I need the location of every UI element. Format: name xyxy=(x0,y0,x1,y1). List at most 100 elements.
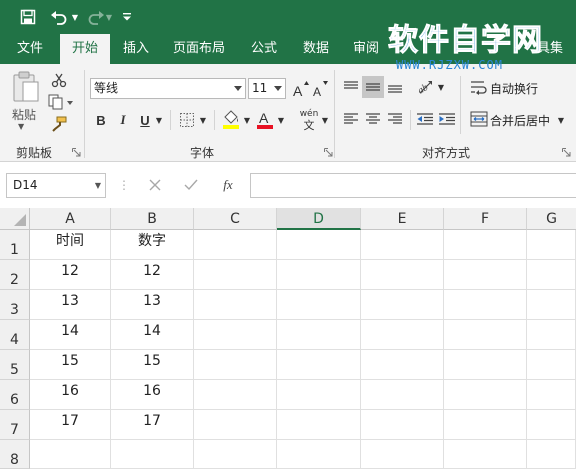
align-middle-button[interactable] xyxy=(362,76,384,98)
merge-center-button[interactable] xyxy=(468,108,490,130)
cell-g6[interactable] xyxy=(527,380,576,410)
row-header-7[interactable]: 7 xyxy=(0,410,30,440)
align-center-button[interactable] xyxy=(362,108,384,130)
chevron-down-icon[interactable] xyxy=(231,79,245,98)
wrap-text-button[interactable] xyxy=(468,76,490,98)
tab-home[interactable]: 开始 xyxy=(60,34,110,64)
row-header-4[interactable]: 4 xyxy=(0,320,30,350)
column-header-e[interactable]: E xyxy=(361,208,444,230)
cell-g3[interactable] xyxy=(527,290,576,320)
cell-d5[interactable] xyxy=(277,350,361,380)
formula-input[interactable] xyxy=(250,173,576,198)
column-header-f[interactable]: F xyxy=(444,208,527,230)
font-size-combo[interactable]: 11 xyxy=(248,78,286,99)
clipboard-launcher-icon[interactable] xyxy=(72,148,81,157)
fx-icon[interactable]: fx xyxy=(218,176,238,194)
underline-dropdown[interactable]: ▼ xyxy=(154,115,164,125)
fill-color-dropdown[interactable]: ▼ xyxy=(242,115,252,125)
tab-data[interactable]: 数据 xyxy=(296,34,336,64)
cell-b6[interactable]: 16 xyxy=(111,380,194,410)
cell-c5[interactable] xyxy=(194,350,277,380)
font-name-combo[interactable]: 等线 xyxy=(90,78,246,99)
cell-e5[interactable] xyxy=(361,350,444,380)
cell-g4[interactable] xyxy=(527,320,576,350)
cell-e8[interactable] xyxy=(361,440,444,469)
italic-button[interactable]: I xyxy=(114,110,132,130)
cell-b4[interactable]: 14 xyxy=(111,320,194,350)
cell-d6[interactable] xyxy=(277,380,361,410)
cell-a1[interactable]: 时间 xyxy=(30,230,111,260)
copy-button[interactable] xyxy=(46,92,76,112)
fill-color-button[interactable] xyxy=(220,108,242,132)
cell-g7[interactable] xyxy=(527,410,576,440)
align-left-button[interactable] xyxy=(340,108,362,130)
redo-button[interactable] xyxy=(86,6,106,28)
enter-button[interactable] xyxy=(182,176,200,194)
cell-c2[interactable] xyxy=(194,260,277,290)
tab-formulas[interactable]: 公式 xyxy=(244,34,284,64)
column-header-d[interactable]: D xyxy=(277,208,361,230)
align-right-button[interactable] xyxy=(384,108,406,130)
cell-f6[interactable] xyxy=(444,380,527,410)
cell-a3[interactable]: 13 xyxy=(30,290,111,320)
cell-b8[interactable] xyxy=(111,440,194,469)
cell-f8[interactable] xyxy=(444,440,527,469)
cell-c4[interactable] xyxy=(194,320,277,350)
bold-button[interactable]: B xyxy=(92,110,110,130)
borders-button[interactable] xyxy=(176,110,198,130)
cell-e3[interactable] xyxy=(361,290,444,320)
cell-c8[interactable] xyxy=(194,440,277,469)
cell-d3[interactable] xyxy=(277,290,361,320)
tab-page-layout[interactable]: 页面布局 xyxy=(168,34,230,64)
select-all-button[interactable] xyxy=(0,208,30,230)
cell-g2[interactable] xyxy=(527,260,576,290)
cell-e2[interactable] xyxy=(361,260,444,290)
cell-f5[interactable] xyxy=(444,350,527,380)
grow-font-button[interactable]: A xyxy=(292,78,310,99)
orientation-button[interactable]: ab xyxy=(414,76,436,98)
shrink-font-button[interactable]: A xyxy=(312,78,330,99)
merge-center-dropdown[interactable]: ▼ xyxy=(556,115,566,125)
column-header-g[interactable]: G xyxy=(527,208,576,230)
row-header-5[interactable]: 5 xyxy=(0,350,30,380)
row-header-3[interactable]: 3 xyxy=(0,290,30,320)
cell-f1[interactable] xyxy=(444,230,527,260)
underline-button[interactable]: U xyxy=(136,110,154,130)
cell-e7[interactable] xyxy=(361,410,444,440)
column-header-b[interactable]: B xyxy=(111,208,194,230)
alignment-launcher-icon[interactable] xyxy=(562,148,571,157)
cell-c3[interactable] xyxy=(194,290,277,320)
cell-a6[interactable]: 16 xyxy=(30,380,111,410)
format-painter-button[interactable] xyxy=(48,114,70,134)
row-header-1[interactable]: 1 xyxy=(0,230,30,260)
cell-f3[interactable] xyxy=(444,290,527,320)
cell-g5[interactable] xyxy=(527,350,576,380)
cell-b5[interactable]: 15 xyxy=(111,350,194,380)
column-header-a[interactable]: A xyxy=(30,208,111,230)
row-header-6[interactable]: 6 xyxy=(0,380,30,410)
row-header-2[interactable]: 2 xyxy=(0,260,30,290)
tab-file[interactable]: 文件 xyxy=(10,34,50,64)
tab-insert[interactable]: 插入 xyxy=(116,34,156,64)
cell-g8[interactable] xyxy=(527,440,576,469)
cancel-button[interactable] xyxy=(146,176,164,194)
align-top-button[interactable] xyxy=(340,76,362,98)
undo-dropdown[interactable]: ▼ xyxy=(70,6,80,28)
font-launcher-icon[interactable] xyxy=(324,148,333,157)
increase-indent-button[interactable] xyxy=(436,108,458,130)
cell-a8[interactable] xyxy=(30,440,111,469)
merge-center-label[interactable]: 合并后居中 xyxy=(490,112,550,129)
save-button[interactable] xyxy=(16,6,40,28)
chevron-down-icon[interactable] xyxy=(271,79,285,98)
cell-c6[interactable] xyxy=(194,380,277,410)
cell-a7[interactable]: 17 xyxy=(30,410,111,440)
customize-qat-button[interactable] xyxy=(120,6,134,28)
phonetic-dropdown[interactable]: ▼ xyxy=(320,115,330,125)
paste-dropdown[interactable]: ▼ xyxy=(18,122,24,131)
cell-d7[interactable] xyxy=(277,410,361,440)
wrap-text-label[interactable]: 自动换行 xyxy=(490,80,538,97)
cut-button[interactable] xyxy=(48,70,70,90)
phonetic-button[interactable]: wén 文 xyxy=(296,106,322,134)
row-header-8[interactable]: 8 xyxy=(0,440,30,469)
borders-dropdown[interactable]: ▼ xyxy=(198,115,208,125)
